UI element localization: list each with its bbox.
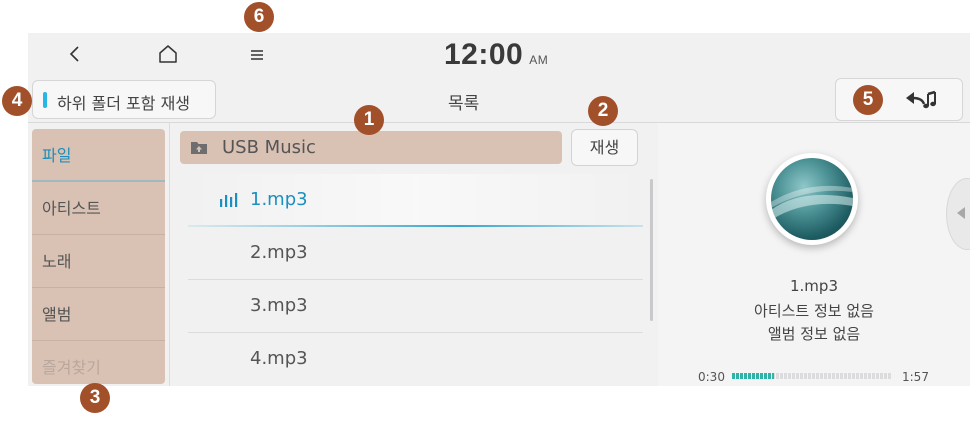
side-panel-handle[interactable] xyxy=(946,178,970,250)
folder-path: USB Music xyxy=(222,137,316,158)
file-name: 2.mp3 xyxy=(250,242,308,263)
back-music-icon xyxy=(906,90,936,109)
total-time: 1:57 xyxy=(902,370,929,384)
home-icon[interactable] xyxy=(156,43,180,65)
list-item[interactable]: 2.mp3 xyxy=(176,227,646,280)
callout-badge: 3 xyxy=(80,383,110,413)
category-artists[interactable]: 아티스트 xyxy=(32,182,165,235)
category-files[interactable]: 파일 xyxy=(32,129,165,182)
category-label: 파일 xyxy=(42,146,72,165)
chevron-left-icon[interactable] xyxy=(64,43,86,65)
file-list: 1.mp3 2.mp3 3.mp3 4.mp3 xyxy=(176,174,646,386)
callout-badge: 5 xyxy=(853,85,883,115)
list-item[interactable]: 3.mp3 xyxy=(176,280,646,333)
progress-fill xyxy=(732,373,774,379)
album-disc xyxy=(771,158,853,240)
include-subfolders-label: 하위 폴더 포함 재생 xyxy=(57,94,191,113)
category-albums[interactable]: 앨범 xyxy=(32,288,165,341)
album-art[interactable] xyxy=(766,153,858,245)
panel-divider xyxy=(169,123,170,386)
file-name: 1.mp3 xyxy=(250,189,308,210)
include-subfolders-toggle[interactable]: 하위 폴더 포함 재생 xyxy=(32,80,216,119)
category-menu: 파일 아티스트 노래 앨범 즐겨찾기 xyxy=(32,129,165,384)
list-item[interactable]: 4.mp3 xyxy=(176,333,646,386)
track-artist: 아티스트 정보 없음 xyxy=(754,302,874,320)
category-label: 아티스트 xyxy=(42,199,101,218)
top-bar: 12:00 AM xyxy=(28,33,970,77)
now-playing-panel: 1.mp3 아티스트 정보 없음 앨범 정보 없음 0:30 1:57 xyxy=(658,123,970,386)
clock-time: 12:00 xyxy=(444,38,524,71)
track-album: 앨범 정보 없음 xyxy=(767,325,861,343)
equalizer-icon xyxy=(220,193,238,207)
current-time: 0:30 xyxy=(698,370,725,384)
media-screen: 12:00 AM 하위 폴더 포함 재생 목록 파일 아티스트 노래 앨범 즐겨… xyxy=(28,33,970,386)
callout-badge: 2 xyxy=(588,96,618,126)
clock-ampm: AM xyxy=(529,53,549,67)
toggle-indicator xyxy=(43,92,47,108)
callout-badge: 6 xyxy=(244,2,274,32)
album-wave-graphic xyxy=(771,185,853,220)
file-name: 3.mp3 xyxy=(250,295,308,316)
menu-icon[interactable] xyxy=(246,45,268,65)
category-label: 앨범 xyxy=(42,305,72,324)
callout-badge: 1 xyxy=(354,105,384,135)
page-title: 목록 xyxy=(448,94,480,114)
file-name: 4.mp3 xyxy=(250,348,308,369)
progress-bar[interactable] xyxy=(732,373,892,379)
category-label: 즐겨찾기 xyxy=(42,358,101,377)
category-label: 노래 xyxy=(42,252,72,271)
category-songs[interactable]: 노래 xyxy=(32,235,165,288)
list-item[interactable]: 1.mp3 xyxy=(176,174,646,227)
play-button[interactable]: 재생 xyxy=(571,129,638,166)
callout-badge: 4 xyxy=(2,86,32,116)
folder-path-bar[interactable]: USB Music xyxy=(180,131,562,164)
clock: 12:00 AM xyxy=(444,38,548,72)
folder-up-icon xyxy=(191,142,207,154)
list-scrollbar[interactable] xyxy=(650,179,653,321)
category-favorites: 즐겨찾기 xyxy=(32,341,165,386)
chevron-left-icon xyxy=(957,207,965,219)
track-title: 1.mp3 xyxy=(790,277,838,295)
